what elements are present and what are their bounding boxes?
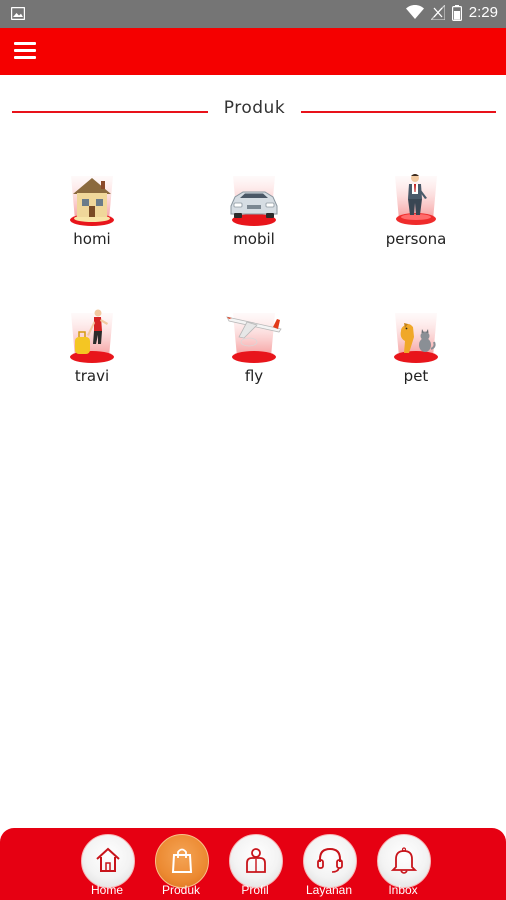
nav-produk[interactable]: Produk: [153, 834, 209, 900]
product-persona[interactable]: persona: [346, 172, 486, 262]
nav-label: Home: [90, 883, 123, 897]
product-pet[interactable]: pet: [346, 309, 486, 399]
product-label: homi: [73, 230, 111, 248]
hamburger-icon[interactable]: [14, 41, 36, 61]
person-icon: [395, 174, 437, 225]
nav-inbox-button[interactable]: [377, 834, 431, 888]
nav-inbox[interactable]: Inbox: [375, 834, 431, 900]
no-signal-icon: [430, 5, 445, 20]
product-label: persona: [385, 230, 447, 248]
product-fly[interactable]: fly: [184, 309, 324, 399]
bottom-navigation: Home Produk Profil Layanan Inbox: [0, 828, 506, 900]
wifi-icon: [405, 5, 424, 19]
shopping-bag-icon: [171, 848, 193, 873]
nav-label: Layanan: [305, 883, 353, 897]
pet-icon: [394, 313, 438, 363]
bell-icon: [390, 847, 418, 874]
house-icon: [70, 176, 114, 226]
nav-layanan-button[interactable]: [303, 834, 357, 888]
divider-right: [301, 111, 496, 113]
nav-produk-button[interactable]: [155, 834, 209, 888]
nav-profil[interactable]: Profil: [227, 834, 283, 900]
battery-icon: [451, 4, 462, 21]
nav-home-button[interactable]: [81, 834, 135, 888]
airplane-icon: [226, 313, 282, 363]
divider-left: [12, 111, 208, 113]
status-time: 2:29: [468, 4, 498, 21]
product-homi[interactable]: homi: [22, 172, 162, 262]
product-travi[interactable]: travi: [22, 309, 162, 399]
section-header: Produk: [0, 98, 506, 124]
nav-label: Produk: [161, 883, 201, 897]
app-bar: [0, 28, 506, 75]
product-label: mobil: [233, 230, 275, 248]
headset-icon: [317, 847, 343, 873]
car-icon: [230, 176, 278, 226]
nav-label: Profil: [241, 883, 269, 897]
product-label: travi: [74, 367, 110, 385]
traveler-icon: [70, 309, 114, 363]
home-icon: [96, 847, 120, 872]
nav-layanan[interactable]: Layanan: [301, 834, 357, 900]
status-bar: 2:29: [0, 0, 506, 28]
section-title: Produk: [223, 98, 286, 118]
image-icon: [11, 7, 25, 20]
nav-home[interactable]: Home: [79, 834, 135, 900]
product-mobil[interactable]: mobil: [184, 172, 324, 262]
product-label: fly: [244, 367, 264, 385]
nav-label: Inbox: [388, 883, 418, 897]
profile-icon: [246, 848, 266, 873]
nav-profil-button[interactable]: [229, 834, 283, 888]
product-label: pet: [403, 367, 429, 385]
